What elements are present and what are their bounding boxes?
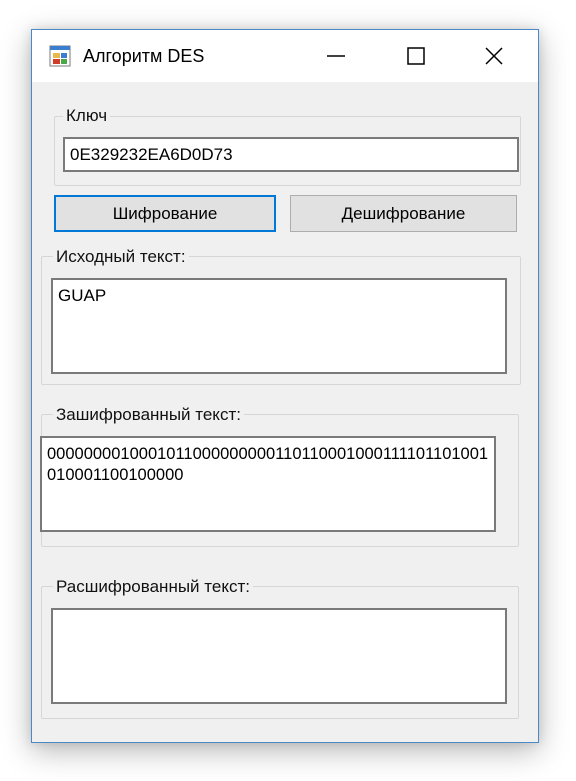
decrypted-text-label: Расшифрованный текст: [53,577,253,597]
minimize-button[interactable] [300,30,372,82]
decrypt-button-label: Дешифрование [341,204,466,223]
des-window: Алгоритм DES Ключ 0E329232EA6D0D73 Шифро… [31,29,539,743]
close-icon [485,47,503,65]
encrypt-button[interactable]: Шифрование [54,195,276,232]
encrypt-button-label: Шифрование [112,204,218,223]
source-text-value: GUAP [58,286,107,305]
encrypted-text-value: 0000000010001011000000000110110001000111… [47,445,489,484]
key-label: Ключ [63,106,111,126]
app-form-icon [49,45,71,67]
key-input[interactable]: 0E329232EA6D0D73 [63,137,519,172]
decrypted-text-output[interactable] [51,608,507,704]
source-text-input[interactable]: GUAP [51,278,507,374]
title-bar[interactable]: Алгоритм DES [32,30,538,82]
maximize-icon [407,47,425,65]
decrypt-button[interactable]: Дешифрование [290,195,517,232]
encrypted-text-label: Зашифрованный текст: [53,405,244,425]
window-title: Алгоритм DES [83,46,205,66]
key-input-value: 0E329232EA6D0D73 [70,145,233,164]
source-text-label: Исходный текст: [53,247,189,267]
close-button[interactable] [458,30,530,82]
minimize-icon [327,55,345,57]
encrypted-text-output[interactable]: 0000000010001011000000000110110001000111… [40,436,496,532]
maximize-button[interactable] [380,30,452,82]
